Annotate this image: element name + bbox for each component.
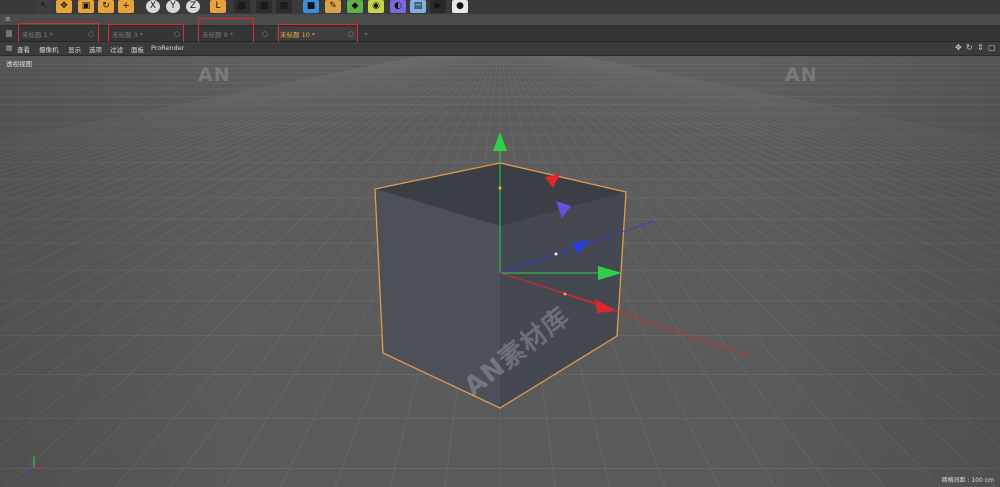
tab-close-icon[interactable]: ○ xyxy=(88,30,94,38)
main-toolbar: ↖ ✥ ▣ ↻ + X Y Z L ▦ ▦ ▦ ■ ✎ ◆ ◉ ◐ ▤ ▶ ● xyxy=(0,0,1000,14)
add-icon[interactable]: + xyxy=(118,0,134,13)
menu-filter[interactable]: 过滤 xyxy=(110,44,123,54)
menu-options[interactable]: 选项 xyxy=(89,44,102,54)
y-axis-icon[interactable]: Y xyxy=(166,0,180,13)
watermark: AN xyxy=(785,64,818,86)
x-axis-icon[interactable]: X xyxy=(146,0,160,13)
viewport-move-icon[interactable]: ✥ xyxy=(955,43,962,52)
tab-close-icon[interactable]: ○ xyxy=(262,30,268,38)
new-tab-button[interactable]: + xyxy=(360,27,372,40)
tab-close-icon[interactable]: ○ xyxy=(348,30,354,38)
menu-panel[interactable]: 面板 xyxy=(131,44,144,54)
subdivision-icon[interactable]: ◆ xyxy=(347,0,363,13)
toolbar-strip: ≡ xyxy=(0,14,1000,26)
menu-view[interactable]: 查看 xyxy=(17,44,30,54)
viewport-grip-icon[interactable]: ▤ xyxy=(6,44,12,52)
render-settings-icon[interactable]: ▦ xyxy=(276,0,292,13)
tab-label: 未标题 3 * xyxy=(112,30,144,39)
coordinate-system-icon[interactable]: L xyxy=(210,0,226,13)
cloner-icon[interactable]: ◉ xyxy=(368,0,384,13)
cube-primitive-icon[interactable]: ■ xyxy=(303,0,319,13)
edge-point xyxy=(563,292,567,296)
move-icon[interactable]: ✥ xyxy=(56,0,72,13)
grid-spacing-readout: 网格间距 : 100 cm xyxy=(941,477,994,484)
center-point xyxy=(554,252,558,256)
tab-document-1[interactable]: 未标题 1 * ○ xyxy=(18,27,98,40)
viewport-maximize-icon[interactable]: ▢ xyxy=(988,43,996,52)
menu-prorender[interactable]: ProRender xyxy=(151,44,184,52)
pen-spline-icon[interactable]: ✎ xyxy=(325,0,341,13)
tab-document-9[interactable]: 未标题 9 * ○ xyxy=(198,27,272,40)
z-axis-icon[interactable]: Z xyxy=(186,0,200,13)
viewport-scene xyxy=(0,56,1000,487)
viewport-label: 透视视图 xyxy=(6,60,32,68)
scale-icon[interactable]: ▣ xyxy=(78,0,94,13)
viewport-menu-bar: ▤ 查看 摄像机 显示 选项 过滤 面板 ProRender ✥ ↻ ⇕ ▢ xyxy=(0,42,1000,56)
viewport-rotate-icon[interactable]: ↻ xyxy=(966,43,973,52)
rotate-icon[interactable]: ↻ xyxy=(98,0,114,13)
tab-label: 未标题 10 * xyxy=(280,30,316,39)
perspective-viewport[interactable]: 透视视图 AN AN AN素材库 网格间距 : 100 cm xyxy=(0,56,1000,487)
tab-label: 未标题 9 * xyxy=(202,30,234,39)
tab-document-10[interactable]: 未标题 10 * ○ xyxy=(276,27,358,40)
floor-icon[interactable]: ▤ xyxy=(410,0,426,13)
menu-camera[interactable]: 摄像机 xyxy=(39,44,59,54)
render-view-icon[interactable]: ▦ xyxy=(234,0,250,13)
top-center-point xyxy=(498,186,502,190)
tab-document-3[interactable]: 未标题 3 * ○ xyxy=(108,27,184,40)
menu-grip-icon[interactable]: ≡ xyxy=(5,15,11,23)
render-picture-viewer-icon[interactable]: ▦ xyxy=(256,0,272,13)
deformer-icon[interactable]: ◐ xyxy=(390,0,406,13)
camera-icon[interactable]: ▶ xyxy=(430,0,446,13)
menu-display[interactable]: 显示 xyxy=(68,44,81,54)
cursor-icon[interactable]: ↖ xyxy=(36,0,52,13)
tab-label: 未标题 1 * xyxy=(22,30,54,39)
tab-bar-grip-icon[interactable] xyxy=(6,30,12,37)
light-icon[interactable]: ● xyxy=(452,0,468,13)
viewport-zoom-icon[interactable]: ⇕ xyxy=(977,43,984,52)
watermark: AN xyxy=(198,64,231,86)
tab-close-icon[interactable]: ○ xyxy=(174,30,180,38)
document-tab-bar: 未标题 1 * ○ 未标题 3 * ○ 未标题 9 * ○ 未标题 10 * ○… xyxy=(0,26,1000,42)
